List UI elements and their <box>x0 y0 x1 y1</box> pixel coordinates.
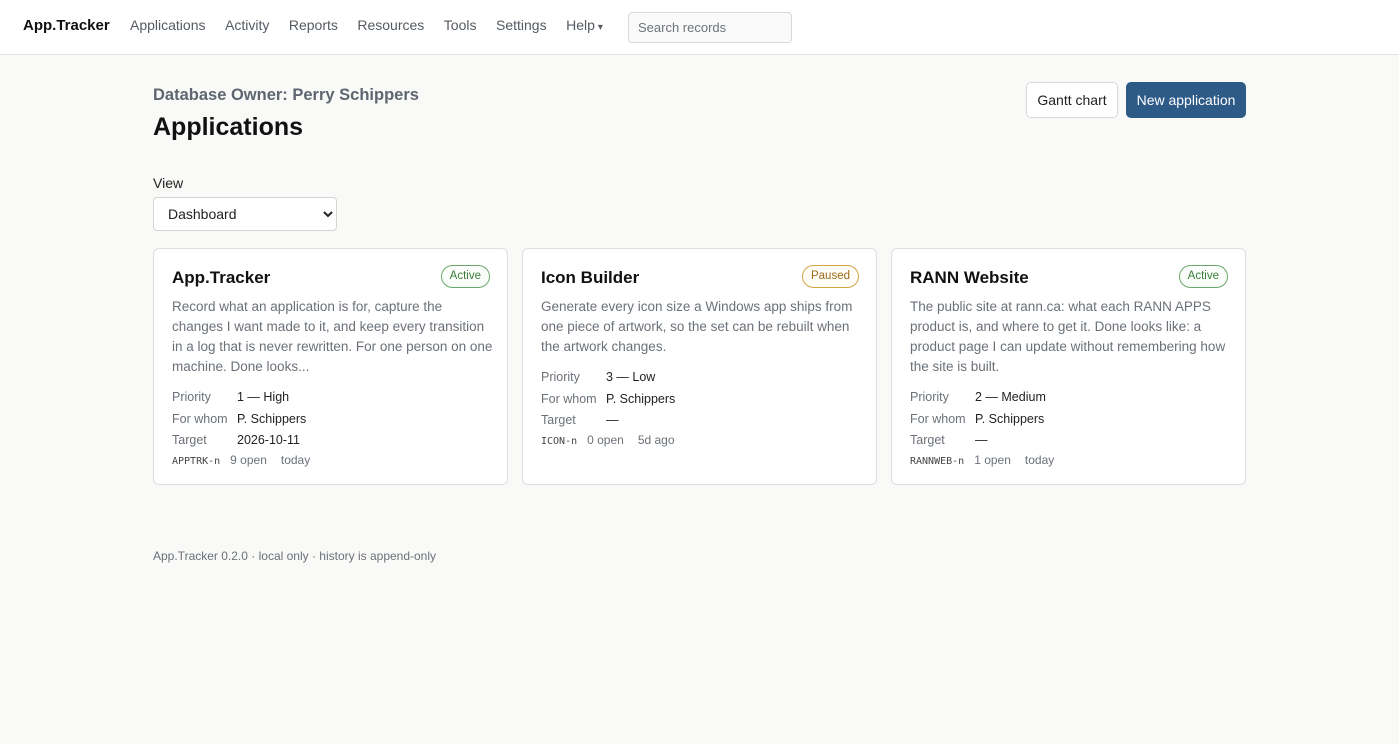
card-description: Generate every icon size a Windows app s… <box>541 299 853 354</box>
nav-tools[interactable]: Tools <box>444 17 477 33</box>
priority-row: Priority 1 — High <box>172 390 289 404</box>
nav-links: Applications Activity Reports Resources … <box>130 17 622 33</box>
card-footer: RANNWEB-n 1 open today <box>910 453 1054 467</box>
priority-row: Priority 2 — Medium <box>910 390 1046 404</box>
nav-activity[interactable]: Activity <box>225 17 269 33</box>
record-code: APPTRK-n <box>172 456 221 467</box>
chevron-down-icon: ▾ <box>597 22 603 33</box>
application-card[interactable]: RANN Website Active The public site at r… <box>891 248 1246 485</box>
for-whom-label: For whom <box>541 392 597 406</box>
card-title[interactable]: Icon Builder <box>541 268 639 288</box>
target-label: Target <box>910 433 945 447</box>
view-select[interactable]: Dashboard <box>153 197 337 231</box>
database-owner: Database Owner: Perry Schippers <box>153 86 419 104</box>
status-badge: Active <box>1178 265 1228 288</box>
for-whom-row: For whom P. Schippers <box>172 412 306 426</box>
priority-value: 1 — High <box>237 390 290 404</box>
priority-label: Priority <box>910 390 949 404</box>
target-label: Target <box>172 433 207 447</box>
for-whom-value: P. Schippers <box>237 412 307 426</box>
card-title[interactable]: App.Tracker <box>172 268 270 288</box>
open-count: 9 open <box>230 453 267 467</box>
status-badge: Active <box>440 265 490 288</box>
target-label: Target <box>541 413 576 427</box>
updated-time: today <box>280 453 311 467</box>
nav-help-menu[interactable]: Help ▾ <box>566 17 603 33</box>
page-footer: App.Tracker 0.2.0 · local only · history… <box>153 549 437 563</box>
nav-settings[interactable]: Settings <box>496 17 547 33</box>
open-count: 0 open <box>587 433 624 447</box>
nav-resources[interactable]: Resources <box>357 17 424 33</box>
priority-label: Priority <box>541 370 580 384</box>
for-whom-value: P. Schippers <box>606 392 676 406</box>
nav-reports[interactable]: Reports <box>289 17 338 33</box>
page-title: Applications <box>153 113 304 141</box>
for-whom-label: For whom <box>172 412 228 426</box>
priority-value: 2 — Medium <box>975 390 1046 404</box>
card-title[interactable]: RANN Website <box>910 268 1029 288</box>
updated-time: today <box>1024 453 1055 467</box>
target-value: — <box>975 433 988 447</box>
search-input[interactable] <box>628 12 792 43</box>
priority-row: Priority 3 — Low <box>541 370 655 384</box>
nav-help-label: Help <box>566 17 595 33</box>
nav-applications[interactable]: Applications <box>130 17 206 33</box>
brand-logo[interactable]: App.Tracker <box>23 17 110 34</box>
status-badge: Paused <box>801 265 859 288</box>
for-whom-value: P. Schippers <box>975 412 1045 426</box>
application-card[interactable]: Icon Builder Paused Generate every icon … <box>522 248 877 485</box>
gantt-chart-button[interactable]: Gantt chart <box>1026 82 1118 118</box>
card-footer: ICON-n 0 open 5d ago <box>541 433 675 447</box>
record-code: ICON-n <box>541 436 578 447</box>
for-whom-row: For whom P. Schippers <box>541 392 675 406</box>
updated-time: 5d ago <box>637 433 675 447</box>
view-label: View <box>153 175 184 191</box>
target-value: 2026-10-11 <box>237 433 301 447</box>
target-row: Target — <box>910 433 988 447</box>
record-code: RANNWEB-n <box>910 456 965 467</box>
target-row: Target — <box>541 413 619 427</box>
card-description: The public site at rann.ca: what each RA… <box>910 299 1226 374</box>
priority-value: 3 — Low <box>606 370 656 384</box>
for-whom-row: For whom P. Schippers <box>910 412 1044 426</box>
card-footer: APPTRK-n 9 open today <box>172 453 310 467</box>
target-row: Target 2026-10-11 <box>172 433 300 447</box>
card-description: Record what an application is for, captu… <box>172 299 493 374</box>
application-card[interactable]: App.Tracker Active Record what an applic… <box>153 248 508 485</box>
open-count: 1 open <box>974 453 1011 467</box>
for-whom-label: For whom <box>910 412 966 426</box>
new-application-button[interactable]: New application <box>1126 82 1246 118</box>
top-nav: App.Tracker Applications Activity Report… <box>0 0 1399 55</box>
target-value: — <box>606 413 619 427</box>
priority-label: Priority <box>172 390 211 404</box>
